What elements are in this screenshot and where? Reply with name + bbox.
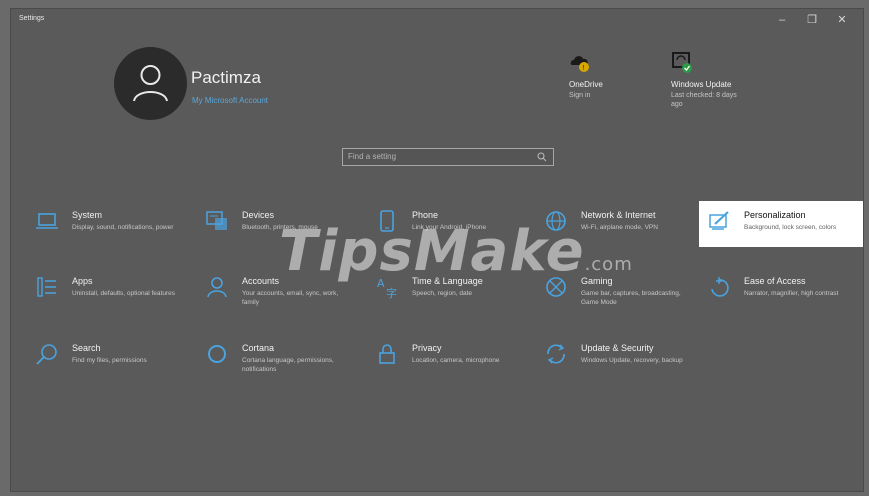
minimize-button[interactable]: –: [767, 11, 797, 29]
window-controls: – ❐ ✕: [767, 11, 857, 29]
onedrive-subtitle: Sign in: [569, 92, 591, 99]
tile-search[interactable]: Search Find my files, permissions: [27, 334, 189, 382]
watermark-suffix: .com: [584, 254, 633, 275]
user-avatar-icon: [133, 65, 168, 102]
tile-title: Apps: [72, 276, 93, 286]
settings-window: Settings – ❐ ✕ Pactimza My Microsoft Acc…: [10, 8, 864, 492]
tile-title: Devices: [242, 210, 275, 220]
tile-description: Uninstall, defaults, optional features: [72, 290, 175, 297]
tipsmake-watermark: TipsMake.com: [279, 219, 633, 299]
keyboard-icon: [206, 211, 227, 230]
windows-update-subtitle: Last checked: 8 days ago: [671, 92, 737, 108]
tile-title: Cortana: [242, 343, 275, 353]
tile-description: Windows Update, recovery, backup: [581, 357, 683, 364]
tile-title: Search: [72, 343, 101, 353]
tile-title: Accounts: [242, 276, 280, 286]
onedrive-icon: !: [569, 51, 591, 75]
tile-description: Find my files, permissions: [72, 357, 147, 364]
tile-cortana[interactable]: Cortana Cortana language, permissions, n…: [197, 334, 359, 382]
search-icon: [36, 344, 57, 365]
sync-icon: [547, 344, 565, 364]
ease-of-access-icon: [711, 277, 729, 297]
tile-privacy[interactable]: Privacy Location, camera, microphone: [367, 334, 529, 382]
microsoft-account-link[interactable]: My Microsoft Account: [192, 96, 268, 105]
windows-update-title: Windows Update: [671, 80, 732, 89]
tile-description: Cortana language, permissions, notificat…: [242, 357, 334, 373]
search-box-icon: [537, 152, 547, 162]
tile-title: Update & Security: [581, 343, 654, 353]
onedrive-link[interactable]: ! OneDrive Sign in: [569, 51, 659, 100]
tile-personalization[interactable]: Personalization Background, lock screen,…: [699, 201, 863, 247]
close-button[interactable]: ✕: [827, 11, 857, 29]
svg-text:!: !: [582, 65, 584, 72]
lock-icon: [379, 344, 395, 364]
tile-description: Background, lock screen, colors: [744, 224, 837, 231]
find-setting-search-box[interactable]: Find a setting: [342, 148, 554, 166]
tile-apps[interactable]: Apps Uninstall, defaults, optional featu…: [27, 267, 189, 315]
profile-name: Pactimza: [191, 68, 261, 87]
restore-button[interactable]: ❐: [797, 11, 827, 29]
tile-update-security[interactable]: Update & Security Windows Update, recove…: [536, 334, 698, 382]
laptop-icon: [36, 213, 58, 229]
tile-title: Ease of Access: [744, 276, 806, 286]
tile-ease-of-access[interactable]: Ease of Access Narrator, magnifier, high…: [699, 267, 861, 315]
windows-update-link[interactable]: Windows Update Last checked: 8 days ago: [671, 51, 746, 109]
tile-title: System: [72, 210, 103, 220]
tile-system[interactable]: System Display, sound, notifications, po…: [27, 201, 189, 249]
tile-title: Privacy: [412, 343, 442, 353]
window-title: Settings: [19, 15, 45, 22]
title-bar: Settings – ❐ ✕: [11, 9, 863, 31]
tile-description: Narrator, magnifier, high contrast: [744, 290, 839, 297]
avatar[interactable]: [114, 47, 187, 120]
tile-title: Personalization: [744, 210, 806, 220]
search-placeholder: Find a setting: [348, 152, 397, 161]
apps-list-icon: [37, 277, 56, 297]
windows-update-icon: [671, 51, 693, 75]
tile-description: Location, camera, microphone: [412, 357, 500, 364]
onedrive-title: OneDrive: [569, 80, 603, 89]
tile-description: Display, sound, notifications, power: [72, 224, 174, 231]
paintbrush-icon: [709, 211, 729, 230]
cortana-icon: [208, 345, 226, 363]
person-icon: [207, 277, 227, 298]
watermark-main: TipsMake: [279, 219, 585, 284]
